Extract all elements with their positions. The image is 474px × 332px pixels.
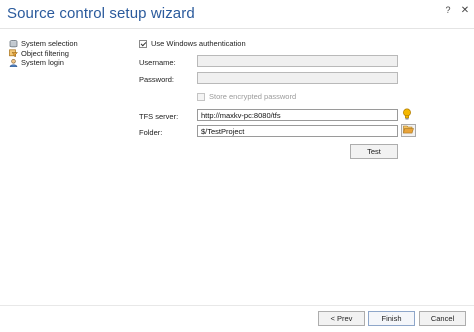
password-label: Password:	[139, 75, 175, 84]
tfs-server-label: TFS server:	[139, 112, 179, 121]
footer-divider	[0, 305, 474, 306]
finish-button[interactable]: Finish	[368, 311, 415, 326]
nav-step-system-selection[interactable]: System selection	[9, 39, 78, 49]
nav-step-system-login[interactable]: System login	[9, 58, 78, 68]
store-password-label: Store encrypted password	[209, 92, 297, 101]
test-button[interactable]: Test	[350, 144, 398, 159]
browse-folder-button[interactable]	[401, 124, 416, 137]
nav-step-label: System selection	[21, 39, 78, 49]
lightbulb-icon[interactable]	[402, 108, 412, 121]
windows-auth-label: Use Windows authentication	[151, 39, 246, 48]
wizard-steps-nav: System selection Object filtering System…	[9, 39, 78, 68]
prev-button[interactable]: < Prev	[318, 311, 365, 326]
user-icon	[9, 58, 18, 68]
windows-auth-option[interactable]: Use Windows authentication	[139, 39, 246, 48]
nav-step-label: Object filtering	[21, 48, 69, 58]
username-field[interactable]	[197, 55, 398, 67]
windows-auth-checkbox[interactable]	[139, 39, 147, 48]
folder-open-icon	[403, 125, 414, 136]
help-button[interactable]: ?	[443, 5, 453, 15]
folder-field[interactable]: $/TestProject	[197, 125, 398, 137]
tfs-server-field[interactable]: http://maxkv-pc:8080/tfs	[197, 109, 398, 121]
filter-icon	[9, 49, 19, 58]
close-button[interactable]: ✕	[460, 5, 470, 16]
store-password-option[interactable]: Store encrypted password	[197, 92, 296, 101]
username-label: Username:	[139, 58, 176, 67]
store-password-checkbox[interactable]	[197, 92, 205, 101]
cancel-button[interactable]: Cancel	[419, 311, 466, 326]
wizard-title: Source control setup wizard	[7, 5, 195, 22]
title-divider	[0, 28, 474, 29]
folder-label: Folder:	[139, 128, 163, 137]
password-field[interactable]	[197, 72, 398, 84]
database-icon	[9, 39, 18, 48]
nav-step-label: System login	[21, 58, 64, 68]
nav-step-object-filtering[interactable]: Object filtering	[9, 49, 78, 59]
